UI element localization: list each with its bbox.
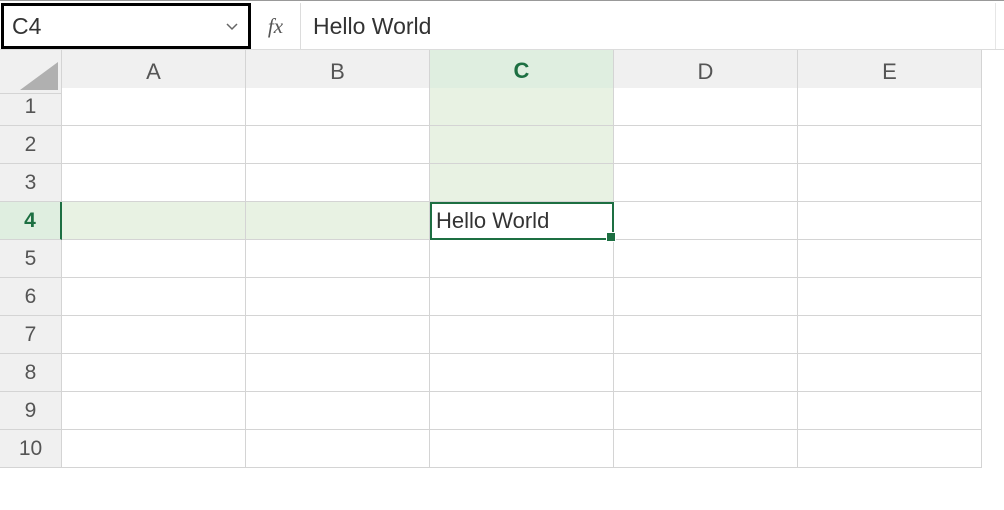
row-header-9[interactable]: 9 [0, 392, 62, 430]
row-header-10[interactable]: 10 [0, 430, 62, 468]
cell-D9[interactable] [614, 392, 798, 430]
cell-C10[interactable] [430, 430, 614, 468]
row-header-5[interactable]: 5 [0, 240, 62, 278]
cell-C1[interactable] [430, 88, 614, 126]
cell-value: Hello World [436, 208, 549, 234]
formula-input[interactable] [301, 3, 996, 49]
cell-C2[interactable] [430, 126, 614, 164]
cell-E6[interactable] [798, 278, 982, 316]
cell-E8[interactable] [798, 354, 982, 392]
row-header-8[interactable]: 8 [0, 354, 62, 392]
cell-E2[interactable] [798, 126, 982, 164]
cell-B4[interactable] [246, 202, 430, 240]
cell-E3[interactable] [798, 164, 982, 202]
cell-B6[interactable] [246, 278, 430, 316]
cell-A8[interactable] [62, 354, 246, 392]
cell-E7[interactable] [798, 316, 982, 354]
row-header-4[interactable]: 4 [0, 202, 62, 240]
cell-C6[interactable] [430, 278, 614, 316]
cell-B5[interactable] [246, 240, 430, 278]
cell-C9[interactable] [430, 392, 614, 430]
chevron-down-icon[interactable] [226, 19, 238, 34]
cell-B3[interactable] [246, 164, 430, 202]
cell-D2[interactable] [614, 126, 798, 164]
cell-D8[interactable] [614, 354, 798, 392]
cell-E4[interactable] [798, 202, 982, 240]
cell-A1[interactable] [62, 88, 246, 126]
row-header-2[interactable]: 2 [0, 126, 62, 164]
cell-D6[interactable] [614, 278, 798, 316]
cell-C3[interactable] [430, 164, 614, 202]
cell-D4[interactable] [614, 202, 798, 240]
cell-A2[interactable] [62, 126, 246, 164]
select-all-corner[interactable] [0, 50, 62, 94]
fx-label[interactable]: fx [251, 3, 301, 49]
cell-D1[interactable] [614, 88, 798, 126]
cell-D7[interactable] [614, 316, 798, 354]
cell-B10[interactable] [246, 430, 430, 468]
cell-A4[interactable] [62, 202, 246, 240]
cell-B2[interactable] [246, 126, 430, 164]
row-header-6[interactable]: 6 [0, 278, 62, 316]
cell-B7[interactable] [246, 316, 430, 354]
cell-B9[interactable] [246, 392, 430, 430]
cell-A6[interactable] [62, 278, 246, 316]
spreadsheet-grid: A B C D E 1 2 3 4 Hello World 5 6 7 8 [0, 50, 1004, 468]
name-box[interactable]: C4 [1, 3, 251, 49]
cell-D5[interactable] [614, 240, 798, 278]
cell-D10[interactable] [614, 430, 798, 468]
cell-C8[interactable] [430, 354, 614, 392]
cell-E1[interactable] [798, 88, 982, 126]
cell-B1[interactable] [246, 88, 430, 126]
formula-bar: C4 fx [0, 0, 1004, 50]
row-header-3[interactable]: 3 [0, 164, 62, 202]
cell-C4[interactable]: Hello World [430, 202, 614, 240]
cell-E9[interactable] [798, 392, 982, 430]
name-box-value: C4 [12, 13, 41, 40]
cell-E5[interactable] [798, 240, 982, 278]
cell-D3[interactable] [614, 164, 798, 202]
row-header-7[interactable]: 7 [0, 316, 62, 354]
cell-A10[interactable] [62, 430, 246, 468]
cell-A3[interactable] [62, 164, 246, 202]
cell-E10[interactable] [798, 430, 982, 468]
cell-A5[interactable] [62, 240, 246, 278]
cell-C5[interactable] [430, 240, 614, 278]
cell-A9[interactable] [62, 392, 246, 430]
cell-A7[interactable] [62, 316, 246, 354]
cell-C7[interactable] [430, 316, 614, 354]
cell-B8[interactable] [246, 354, 430, 392]
